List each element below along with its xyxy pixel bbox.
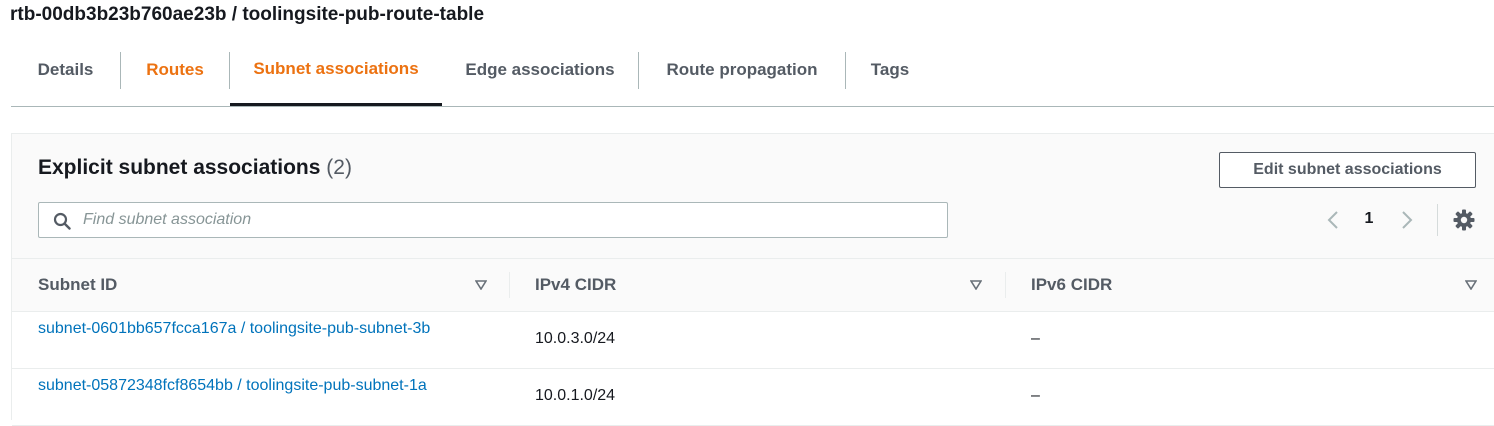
tab-subnet-associations[interactable]: Subnet associations [230, 34, 442, 106]
page-title: rtb-00db3b23b760ae23b / toolingsite-pub-… [10, 4, 485, 25]
subnet-id-link[interactable]: subnet-05872348fcf8654bb / toolingsite-p… [38, 375, 488, 397]
gear-icon[interactable] [1453, 209, 1475, 231]
section-count: (2) [326, 156, 352, 179]
column-header-subnet-id[interactable]: Subnet ID [38, 259, 117, 311]
sort-down-icon[interactable] [475, 280, 487, 290]
tab-route-propagation[interactable]: Route propagation [639, 34, 845, 106]
column-divider [1005, 272, 1006, 298]
sort-down-icon[interactable] [970, 280, 982, 290]
ipv4-cidr-cell: 10.0.3.0/24 [535, 330, 616, 347]
tab-details[interactable]: Details [11, 34, 120, 106]
chevron-left-icon[interactable] [1325, 210, 1341, 230]
subnet-id-link[interactable]: subnet-0601bb657fcca167a / toolingsite-p… [38, 318, 488, 340]
chevron-right-icon[interactable] [1399, 210, 1415, 230]
tab-bar: Details Routes Subnet associations Edge … [11, 34, 1494, 107]
subnet-associations-panel: Explicit subnet associations (2) Edit su… [11, 133, 1494, 426]
section-title: Explicit subnet associations (2) [38, 156, 352, 180]
page-number[interactable]: 1 [1362, 210, 1376, 228]
column-header-ipv6-cidr[interactable]: IPv6 CIDR [1031, 259, 1112, 311]
column-divider [509, 272, 510, 298]
tab-edge-associations[interactable]: Edge associations [442, 34, 638, 106]
search-box [38, 202, 948, 238]
table-row: subnet-0601bb657fcca167a / toolingsite-p… [12, 312, 1494, 369]
search-icon [53, 212, 71, 230]
ipv4-cidr-cell: 10.0.1.0/24 [535, 387, 616, 404]
edit-subnet-associations-button[interactable]: Edit subnet associations [1219, 152, 1476, 188]
sort-down-icon[interactable] [1465, 280, 1477, 290]
ipv6-cidr-cell: – [1031, 330, 1040, 347]
table-row: subnet-05872348fcf8654bb / toolingsite-p… [12, 369, 1494, 426]
tab-routes[interactable]: Routes [121, 34, 229, 106]
ipv6-cidr-cell: – [1031, 387, 1040, 404]
table-header: Subnet ID IPv4 CIDR IPv6 CIDR [12, 258, 1494, 312]
section-title-text: Explicit subnet associations [38, 156, 321, 179]
search-input[interactable] [81, 205, 941, 235]
tab-tags[interactable]: Tags [846, 34, 934, 106]
pager-divider [1437, 204, 1438, 236]
column-header-ipv4-cidr[interactable]: IPv4 CIDR [535, 259, 616, 311]
